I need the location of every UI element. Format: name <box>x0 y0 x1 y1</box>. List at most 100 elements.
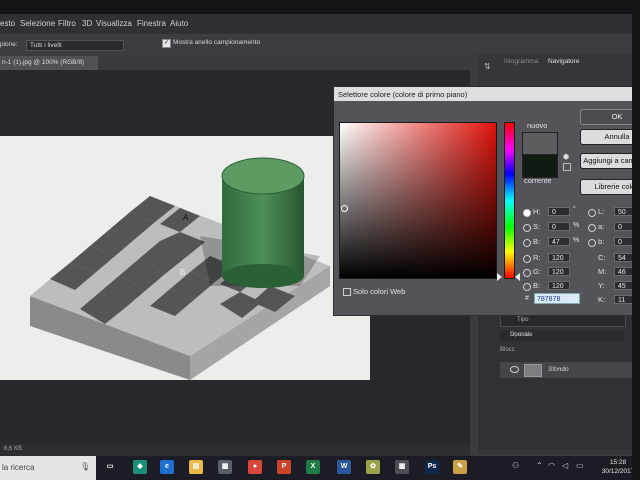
taskbar-explorer-icon[interactable]: ▤ <box>189 460 203 474</box>
visibility-eye-icon[interactable] <box>510 366 519 373</box>
taskbar-edge-icon[interactable]: e <box>160 460 174 474</box>
color-field[interactable] <box>339 122 497 279</box>
brightness-label: B: <box>533 237 541 246</box>
taskbar-powerpoint-icon[interactable]: P <box>277 460 291 474</box>
layer-name: Sfondo <box>548 366 569 373</box>
sample-select[interactable]: Tutti i livelli <box>26 40 124 51</box>
green-radio[interactable] <box>523 269 531 277</box>
taskbar-app-green-icon[interactable]: ✿ <box>366 460 380 474</box>
layer-thumbnail <box>524 364 542 377</box>
document-image[interactable]: A B <box>0 136 370 380</box>
system-tray: ⚇ ⌃ ◠ ◁ ▭ <box>508 458 598 476</box>
current-color-label: corrente <box>524 176 552 185</box>
chevron-up-icon[interactable]: ⌃ <box>536 461 543 470</box>
taskbar-calculator-icon[interactable]: ▦ <box>395 460 409 474</box>
cyan-label: C: <box>598 253 606 262</box>
red-radio[interactable] <box>523 255 531 263</box>
green-label: G: <box>533 267 541 276</box>
brightness-unit: % <box>573 237 580 244</box>
saturation-radio[interactable] <box>523 224 531 232</box>
menu-item-testo[interactable]: esto <box>0 19 15 28</box>
opacity-label: Opacità: <box>510 332 533 338</box>
lab-b-label: b: <box>598 237 605 246</box>
hex-field[interactable]: 787878 <box>534 293 580 304</box>
taskbar-photoshop-icon[interactable]: Ps <box>425 460 439 474</box>
saturation-unit: % <box>573 222 580 229</box>
menu-item-selezione[interactable]: Selezione <box>20 19 55 28</box>
dialog-title-bar: Selettore colore (colore di primo piano) <box>334 87 640 101</box>
taskbar-store-alt-icon[interactable]: ◆ <box>133 460 147 474</box>
microphone-icon[interactable]: 🎙 <box>80 462 90 472</box>
hue-slider[interactable] <box>504 122 515 279</box>
saturation-label: S: <box>533 222 541 231</box>
add-to-swatches-button[interactable]: Aggiungi a campioni <box>580 153 640 169</box>
hue-unit: ° <box>573 206 576 213</box>
sample-label: pione: <box>0 41 18 48</box>
cancel-button[interactable]: Annulla <box>580 129 640 145</box>
blend-mode-select[interactable]: Normale Opacità: <box>500 331 624 341</box>
tab-navigator[interactable]: Navigatore <box>548 58 610 70</box>
monitor-bezel-top <box>0 0 640 14</box>
saturation-field[interactable]: 0 <box>548 222 570 231</box>
status-doc-size: 6,6 KB <box>4 446 23 452</box>
hue-radio[interactable] <box>523 209 531 217</box>
hue-label: H: <box>533 207 541 216</box>
lab-l-radio[interactable] <box>588 209 596 217</box>
blue-field[interactable]: 120 <box>548 281 570 290</box>
color-libraries-button[interactable]: Librerie colori <box>580 179 640 195</box>
blue-label: B: <box>533 281 541 290</box>
color-picker-dialog: Selettore colore (colore di primo piano)… <box>333 86 640 316</box>
dialog-title: Selettore colore (colore di primo piano) <box>338 90 468 99</box>
web-colors-only-checkbox[interactable] <box>343 288 351 296</box>
current-color-swatch[interactable] <box>522 154 558 178</box>
taskbar-chrome-icon[interactable]: ● <box>248 460 262 474</box>
clock-time: 15:28 <box>609 459 627 466</box>
menu-item-visualizza[interactable]: Visualizza <box>96 19 132 28</box>
panel-collapse-icon[interactable]: ⇅ <box>484 62 494 72</box>
show-ring-checkbox[interactable]: ✓ <box>162 39 171 48</box>
label-a: A <box>183 213 189 222</box>
brightness-field[interactable]: 47 <box>548 237 570 246</box>
menu-item-filtro[interactable]: Filtro <box>58 19 76 28</box>
yellow-label: Y: <box>598 281 605 290</box>
menu-item-aiuto[interactable]: Aiuto <box>170 19 188 28</box>
color-field-marker[interactable] <box>341 205 348 212</box>
brightness-radio[interactable] <box>523 239 531 247</box>
taskbar-store-icon[interactable]: ▦ <box>218 460 232 474</box>
keyboard-icon[interactable]: ▭ <box>576 461 584 470</box>
taskbar-excel-icon[interactable]: X <box>306 460 320 474</box>
web-colors-only-label: Solo colori Web <box>353 287 406 296</box>
hue-slider-left-arrow-icon[interactable] <box>497 273 502 281</box>
taskbar-word-icon[interactable]: W <box>337 460 351 474</box>
hue-field[interactable]: 0 <box>548 207 570 216</box>
options-bar: pione: Tutti i livelli ✓ Mostra anello c… <box>0 34 632 54</box>
taskbar-clock[interactable]: 15:28 30/12/2017 <box>600 458 636 478</box>
green-field[interactable]: 120 <box>548 267 570 276</box>
taskbar-task-view-icon[interactable]: ▭ <box>103 460 117 474</box>
volume-icon[interactable]: ◁ <box>562 461 568 470</box>
ok-button[interactable]: OK <box>580 109 640 125</box>
lab-l-label: L: <box>598 207 605 216</box>
lab-a-radio[interactable] <box>588 224 596 232</box>
hue-slider-right-arrow-icon[interactable] <box>515 273 520 281</box>
tab-histogram[interactable]: Istogramma <box>504 58 544 70</box>
magenta-label: M: <box>598 267 607 276</box>
wifi-icon[interactable]: ◠ <box>548 461 555 470</box>
blue-radio[interactable] <box>523 283 531 291</box>
status-bar: 6,6 KB <box>0 444 470 456</box>
layers-filter-label: Tipo <box>517 317 529 323</box>
web-safe-cube-icon[interactable] <box>563 163 571 171</box>
layer-row-background[interactable]: Sfondo <box>500 362 632 378</box>
lab-b-radio[interactable] <box>588 239 596 247</box>
out-of-gamut-cube-icon[interactable]: ⬢ <box>563 153 571 161</box>
clock-date: 30/12/2017 <box>601 468 635 475</box>
layers-filter[interactable]: Tipo <box>500 315 626 327</box>
taskbar-search-text: la ricerca <box>2 463 35 472</box>
menu-item-finestra[interactable]: Finestra <box>137 19 166 28</box>
document-tab[interactable]: n-1 (1).jpg @ 100% (RGB/8) <box>0 56 98 70</box>
menu-item-3d[interactable]: 3D <box>82 19 92 28</box>
taskbar-paint-icon[interactable]: ✎ <box>453 460 467 474</box>
red-field[interactable]: 120 <box>548 253 570 262</box>
people-icon[interactable]: ⚇ <box>512 461 519 470</box>
checker-shadow-illusion: A B <box>30 157 330 380</box>
